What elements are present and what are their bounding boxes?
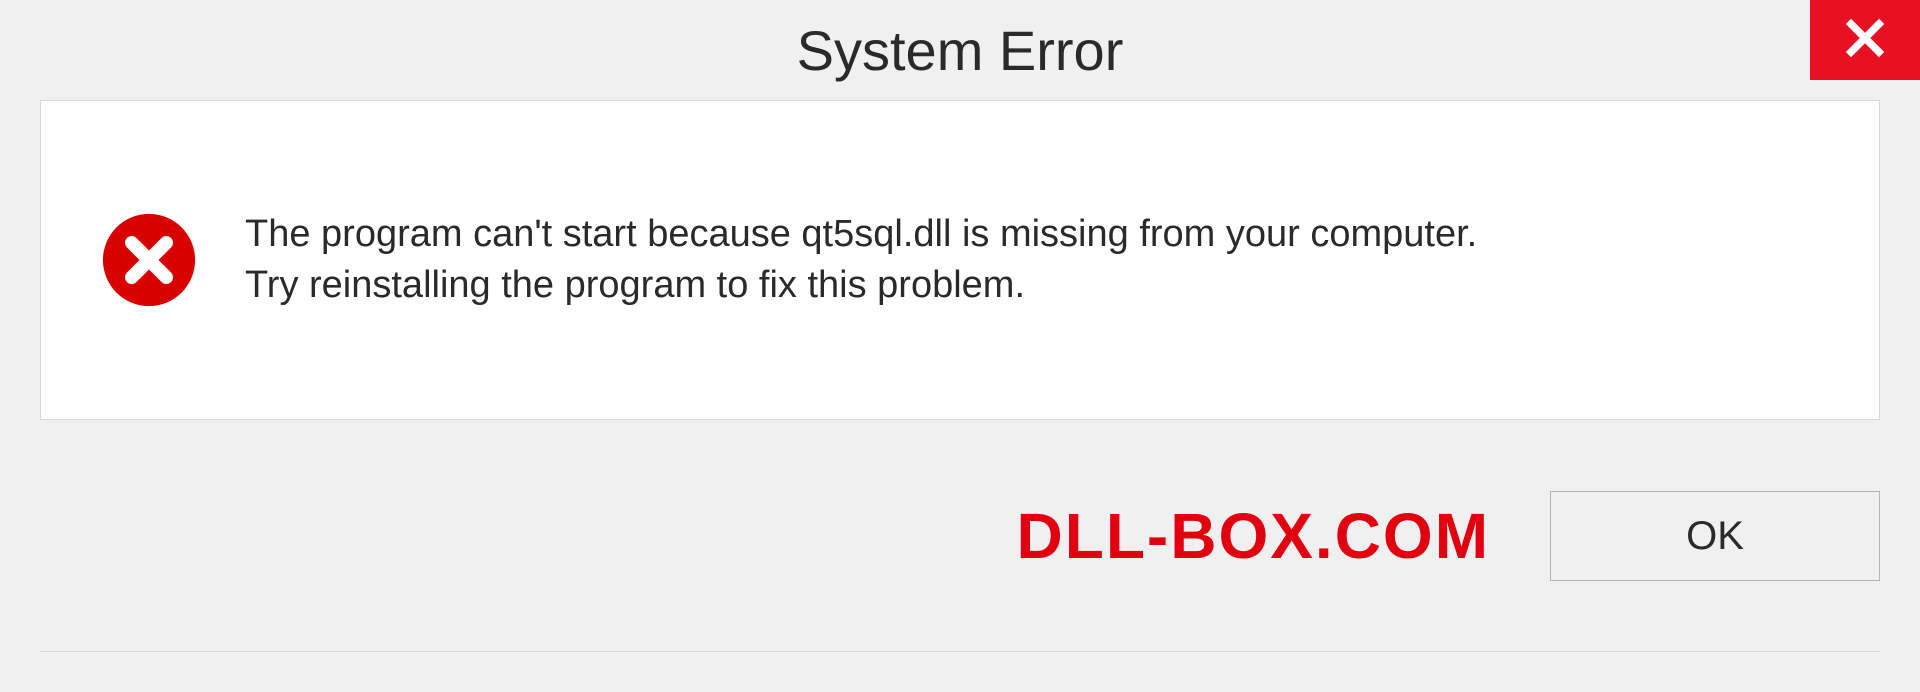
ok-button[interactable]: OK (1550, 491, 1880, 581)
error-icon (101, 212, 197, 308)
dialog-footer: DLL-BOX.COM OK (40, 420, 1880, 652)
close-button[interactable] (1810, 0, 1920, 80)
dialog-header: System Error (0, 0, 1920, 100)
dialog-title: System Error (797, 18, 1124, 83)
error-message: The program can't start because qt5sql.d… (245, 209, 1819, 312)
close-icon (1844, 17, 1886, 64)
watermark-text: DLL-BOX.COM (1017, 499, 1491, 573)
error-message-line1: The program can't start because qt5sql.d… (245, 209, 1819, 260)
error-message-line2: Try reinstalling the program to fix this… (245, 260, 1819, 311)
divider (40, 651, 1880, 652)
content-panel: The program can't start because qt5sql.d… (40, 100, 1880, 420)
